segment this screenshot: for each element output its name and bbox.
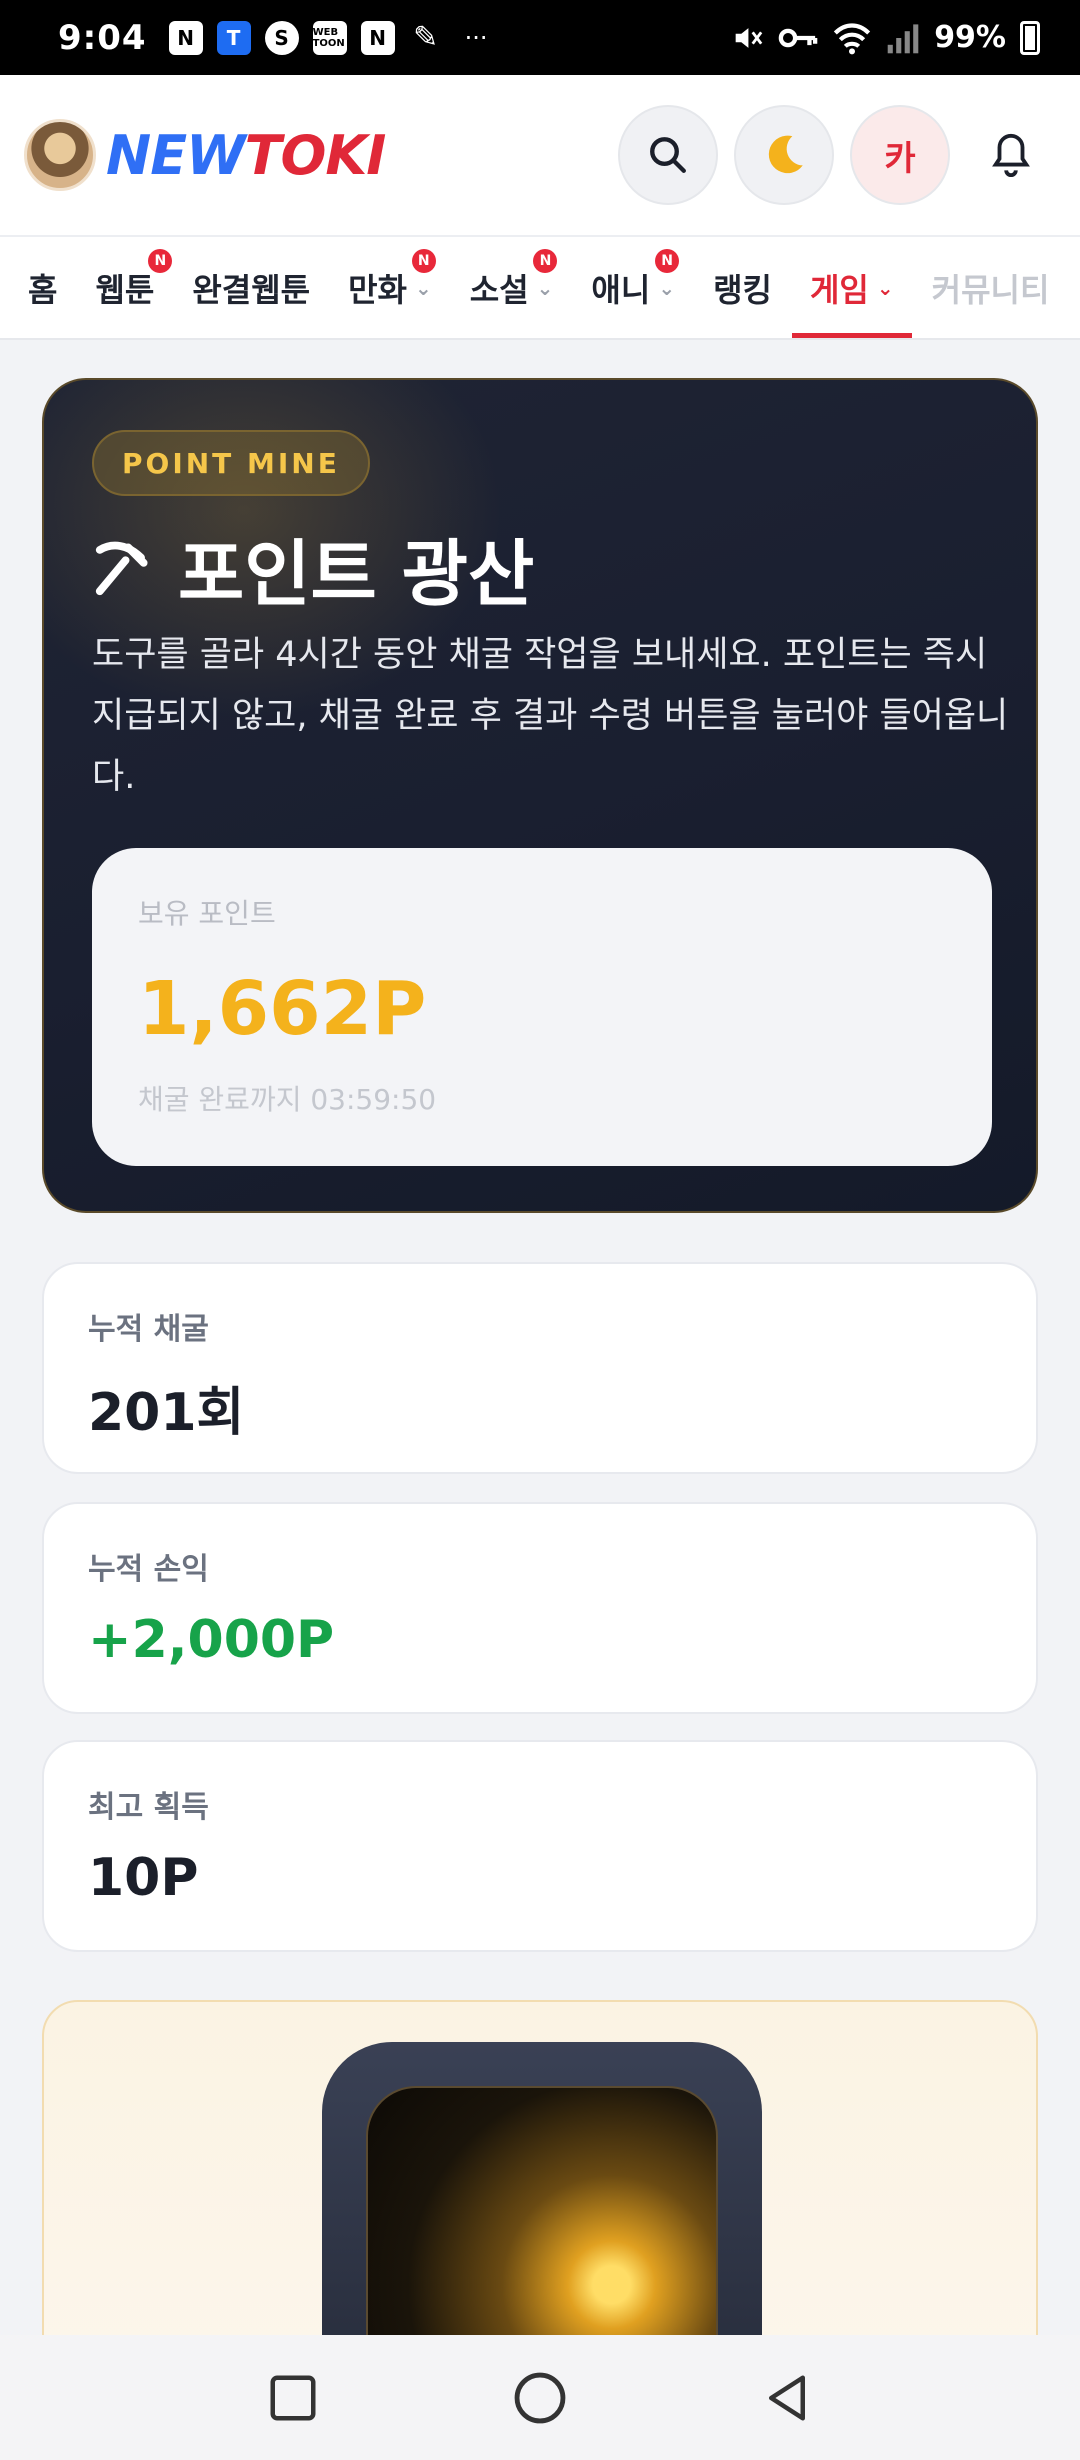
tab-label: 게임 — [809, 270, 869, 309]
tab-label: 커뮤니티 — [931, 270, 1050, 309]
signal-icon — [887, 23, 919, 53]
tab-label: 홈 — [28, 270, 58, 309]
back-button[interactable] — [747, 2358, 827, 2438]
logo-new: NEW — [106, 123, 246, 187]
status-right: 99% — [730, 20, 1040, 55]
stat-value: +2,000P — [88, 1610, 335, 1670]
status-time: 9:04 — [58, 17, 147, 58]
status-bar: 9:04 N T S WEB TOON N ✎ ··· 99% — [0, 0, 1080, 75]
chevron-down-icon: ⌄ — [536, 275, 554, 300]
points-summary: 보유 포인트 1,662P 채굴 완료까지 03:59:50 — [92, 848, 992, 1166]
new-badge: N — [655, 249, 680, 273]
back-triangle-icon — [768, 2375, 805, 2420]
points-label: 보유 포인트 — [138, 897, 276, 930]
point-mine-pill: POINT MINE — [92, 430, 370, 496]
point-mine-hero: POINT MINE 포인트 광산 도구를 골라 4시간 동안 채굴 작업을 보… — [42, 378, 1038, 1213]
naver-app-icon: N — [168, 20, 203, 55]
battery-icon — [1020, 20, 1040, 55]
stat-label: 최고 획득 — [88, 1790, 209, 1825]
logo-avatar-icon[interactable] — [24, 119, 96, 191]
t-app-icon: T — [216, 20, 251, 55]
tab-completed-webtoon[interactable]: 완결웹툰 — [192, 237, 310, 338]
webtoon-app-icon: WEB TOON — [312, 20, 347, 55]
stat-card-total-mining: 누적 채굴 201회 — [42, 1262, 1038, 1474]
app-header: NEWTOKI 카 — [0, 75, 1080, 235]
tab-novel[interactable]: 소설 ⌄ N — [469, 237, 558, 338]
vpn-key-icon — [778, 28, 818, 47]
hero-description: 도구를 골라 4시간 동안 채굴 작업을 보내세요. 포인트는 즉시 지급되지 … — [92, 635, 1009, 797]
page-title-text: 포인트 광산 — [178, 532, 535, 616]
circle-icon — [514, 2372, 566, 2423]
moon-icon — [768, 135, 803, 174]
logo-toki: TOKI — [244, 123, 387, 187]
home-button[interactable] — [500, 2358, 580, 2438]
tab-label: 웹툰 — [95, 270, 155, 309]
chevron-down-icon: ⌄ — [658, 275, 676, 300]
tab-community[interactable]: 커뮤니티 — [932, 237, 1050, 338]
pill-app-icon: ✎ — [413, 20, 439, 55]
new-badge: N — [148, 249, 173, 273]
tab-ranking[interactable]: 랭킹 — [713, 237, 772, 338]
stat-value: 10P — [88, 1848, 199, 1908]
tab-label: 소설 — [469, 270, 529, 309]
stat-card-best-gain: 최고 획득 10P — [42, 1740, 1038, 1952]
new-badge: N — [411, 249, 436, 273]
search-icon — [650, 137, 686, 173]
tab-label: 랭킹 — [713, 270, 772, 309]
stat-card-total-profit: 누적 손익 +2,000P — [42, 1502, 1038, 1714]
wifi-icon — [834, 22, 871, 54]
chevron-down-icon: ⌄ — [415, 275, 432, 300]
tab-webtoon[interactable]: 웹툰 N — [95, 237, 173, 338]
tab-manga[interactable]: 만화 ⌄ N — [348, 237, 436, 338]
battery-percent: 99% — [934, 20, 1006, 55]
stat-label: 누적 채굴 — [88, 1312, 209, 1347]
chevron-down-icon: ⌄ — [876, 275, 894, 300]
user-avatar-button[interactable]: 카 — [850, 105, 950, 205]
square-icon — [270, 2375, 316, 2420]
more-notifications-icon: ··· — [464, 23, 488, 52]
tab-anime[interactable]: 애니 ⌄ N — [591, 237, 680, 338]
points-value: 1,662P — [138, 966, 427, 1052]
header-actions: 카 — [618, 105, 1056, 205]
stat-label: 누적 손익 — [88, 1552, 209, 1587]
naver-app-icon: N — [360, 20, 395, 55]
tab-label: 완결웹툰 — [192, 270, 311, 309]
status-app-icons: N T S WEB TOON N ✎ ··· — [168, 20, 488, 55]
mining-timer: 채굴 완료까지 03:59:50 — [138, 1083, 437, 1116]
new-badge: N — [533, 249, 558, 273]
site-logo[interactable]: NEWTOKI — [106, 123, 387, 187]
category-nav: 홈 웹툰 N 완결웹툰 만화 ⌄ N 소설 ⌄ N 애니 ⌄ N 랭킹 게임 ⌄ 커뮤니티 — [0, 235, 1080, 340]
tab-home[interactable]: 홈 — [28, 237, 57, 338]
page-title: 포인트 광산 — [92, 515, 534, 620]
mute-icon — [735, 27, 763, 48]
pickaxe-icon — [95, 541, 148, 595]
recents-button[interactable] — [253, 2358, 333, 2438]
tab-label: 애니 — [591, 270, 651, 309]
system-nav-bar — [0, 2335, 1080, 2460]
s-app-icon: S — [264, 20, 299, 55]
notifications-button[interactable] — [966, 105, 1056, 205]
dark-mode-button[interactable] — [734, 105, 834, 205]
search-button[interactable] — [618, 105, 718, 205]
bell-icon — [992, 133, 1030, 177]
tab-game[interactable]: 게임 ⌄ — [792, 237, 912, 338]
tab-label: 만화 — [348, 270, 407, 309]
stat-value: 201회 — [88, 1383, 245, 1443]
